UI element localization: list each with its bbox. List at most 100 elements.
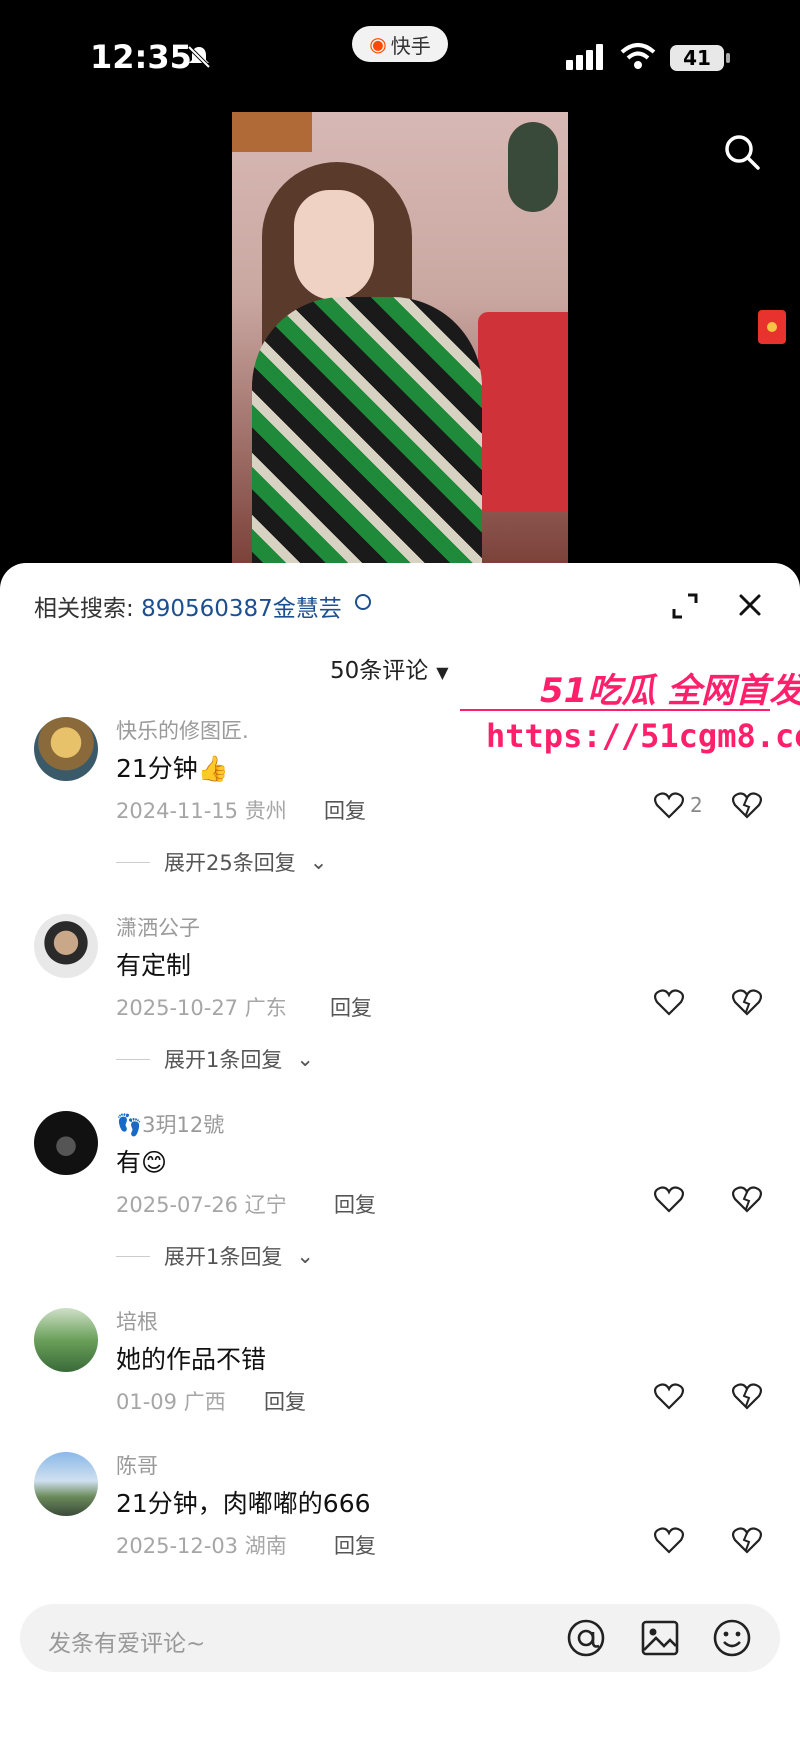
app-name: 快手 [390, 33, 431, 58]
comment-meta: 01-09 广西 [116, 1386, 226, 1416]
expand-replies[interactable]: 展开25条回复 ⌄ [116, 847, 327, 877]
comment-date: 2025-10-27 [116, 996, 239, 1020]
app-indicator-pill[interactable]: ◉ 快手 [352, 26, 448, 62]
heart-icon [654, 1186, 684, 1213]
expand-replies-label: 展开25条回复 [164, 851, 296, 875]
wall-frame [232, 112, 312, 152]
comment-username[interactable]: 陈哥 [116, 1450, 158, 1480]
divider [116, 861, 150, 863]
expand-replies-label: 展开1条回复 [164, 1245, 283, 1269]
status-bar: 12:35 ◉ 快手 41 [0, 0, 800, 120]
status-time: 12:35 [90, 38, 192, 76]
comment-username[interactable]: 👣3玥12號 [116, 1109, 224, 1139]
heart-icon [654, 792, 684, 819]
expand-replies-label: 展开1条回复 [164, 1048, 283, 1072]
broken-heart-icon[interactable] [732, 1382, 762, 1410]
kuaishou-logo-icon: ◉ [369, 32, 387, 56]
person-face [294, 190, 374, 300]
related-search-keyword[interactable]: 890560387金慧芸 [141, 596, 342, 622]
expand-icon[interactable] [672, 593, 698, 619]
video-player[interactable] [232, 112, 568, 568]
comment-item: 培根 她的作品不错 01-09 广西 回复 [0, 1302, 800, 1446]
comment-text: 有定制 [116, 951, 192, 980]
comment-text: 她的作品不错 [116, 1345, 267, 1374]
comment-count-dropdown[interactable]: 50条评论 ▼ [330, 651, 449, 685]
avatar[interactable] [34, 1308, 98, 1372]
battery-indicator: 41 [670, 45, 730, 71]
avatar[interactable] [34, 1452, 98, 1516]
avatar[interactable] [34, 717, 98, 781]
like-button[interactable]: 2 [654, 791, 703, 819]
chevron-down-icon: ⌄ [296, 1244, 314, 1268]
divider [116, 1058, 150, 1060]
comment-region: 湖南 [244, 1534, 287, 1558]
cellular-signal-icon [566, 44, 603, 70]
avatar[interactable] [34, 914, 98, 978]
divider [116, 1255, 150, 1257]
broken-heart-icon[interactable] [732, 1526, 762, 1554]
comment-item: 👣3玥12號 有😊 2025-07-26 辽宁 回复 展开1条回复 ⌄ [0, 1105, 800, 1302]
comment-date: 2024-11-15 [116, 799, 239, 823]
comment-count: 50条评论 [330, 658, 429, 684]
comment-region: 广东 [244, 996, 287, 1020]
muted-bell-icon [187, 45, 211, 69]
comment-meta: 2025-12-03 湖南 [116, 1530, 287, 1560]
like-button[interactable] [654, 1382, 684, 1410]
comment-text: 21分钟，肉嘟嘟的666 [116, 1489, 371, 1518]
red-packet-icon[interactable] [758, 310, 786, 344]
wifi-icon [620, 43, 656, 69]
comment-meta: 2024-11-15 贵州 [116, 795, 287, 825]
background-plant [508, 122, 558, 212]
like-button[interactable] [654, 988, 684, 1016]
like-button[interactable] [654, 1185, 684, 1213]
comment-input-placeholder[interactable]: 发条有爱评论~ [48, 1624, 205, 1658]
comment-panel: 相关搜索: 890560387金慧芸 50条评论 ▼ 51吃瓜 全网首发 http… [0, 563, 800, 1739]
comment-date: 2025-07-26 [116, 1193, 239, 1217]
like-count: 2 [690, 793, 703, 817]
reply-button[interactable]: 回复 [330, 992, 372, 1022]
comment-username[interactable]: 快乐的修图匠. [116, 715, 249, 745]
image-icon[interactable] [640, 1618, 680, 1658]
like-button[interactable] [654, 1526, 684, 1554]
comment-meta: 2025-10-27 广东 [116, 992, 287, 1022]
comment-input-bar[interactable]: 发条有爱评论~ [20, 1604, 780, 1672]
broken-heart-icon[interactable] [732, 791, 762, 819]
related-search[interactable]: 相关搜索: 890560387金慧芸 [34, 589, 372, 623]
reply-button[interactable]: 回复 [264, 1386, 306, 1416]
comment-date: 01-09 [116, 1390, 178, 1414]
comment-text: 有😊 [116, 1148, 168, 1177]
broken-heart-icon[interactable] [732, 988, 762, 1016]
reply-button[interactable]: 回复 [334, 1530, 376, 1560]
avatar[interactable] [34, 1111, 98, 1175]
small-search-icon [355, 594, 372, 610]
reply-button[interactable]: 回复 [324, 795, 366, 825]
person-dress [252, 297, 482, 568]
search-icon[interactable] [722, 132, 762, 172]
at-mention-icon[interactable] [566, 1618, 606, 1658]
comment-region: 广西 [183, 1390, 226, 1414]
chevron-down-icon: ⌄ [309, 850, 328, 874]
comment-item: 潇洒公子 有定制 2025-10-27 广东 回复 展开1条回复 ⌄ [0, 908, 800, 1105]
comment-item: 陈哥 21分钟，肉嘟嘟的666 2025-12-03 湖南 回复 [0, 1446, 800, 1590]
heart-icon [654, 1527, 684, 1554]
comment-text: 21分钟👍 [116, 754, 229, 783]
comment-username[interactable]: 潇洒公子 [116, 912, 200, 942]
reply-button[interactable]: 回复 [334, 1189, 376, 1219]
comment-item: 快乐的修图匠. 21分钟👍 2024-11-15 贵州 回复 2 展开25条回复… [0, 711, 800, 908]
expand-replies[interactable]: 展开1条回复 ⌄ [116, 1044, 314, 1074]
heart-icon [654, 1383, 684, 1410]
comment-date: 2025-12-03 [116, 1534, 239, 1558]
heart-icon [654, 989, 684, 1016]
comment-username[interactable]: 培根 [116, 1306, 158, 1336]
broken-heart-icon[interactable] [732, 1185, 762, 1213]
comment-region: 辽宁 [244, 1193, 287, 1217]
red-chair [478, 312, 568, 512]
comment-region: 贵州 [244, 799, 287, 823]
emoji-icon[interactable] [712, 1618, 752, 1658]
caret-down-icon: ▼ [436, 663, 449, 682]
chevron-down-icon: ⌄ [296, 1047, 314, 1071]
related-search-label: 相关搜索: [34, 596, 134, 622]
expand-replies[interactable]: 展开1条回复 ⌄ [116, 1241, 314, 1271]
close-icon[interactable] [736, 591, 764, 619]
comment-meta: 2025-07-26 辽宁 [116, 1189, 287, 1219]
